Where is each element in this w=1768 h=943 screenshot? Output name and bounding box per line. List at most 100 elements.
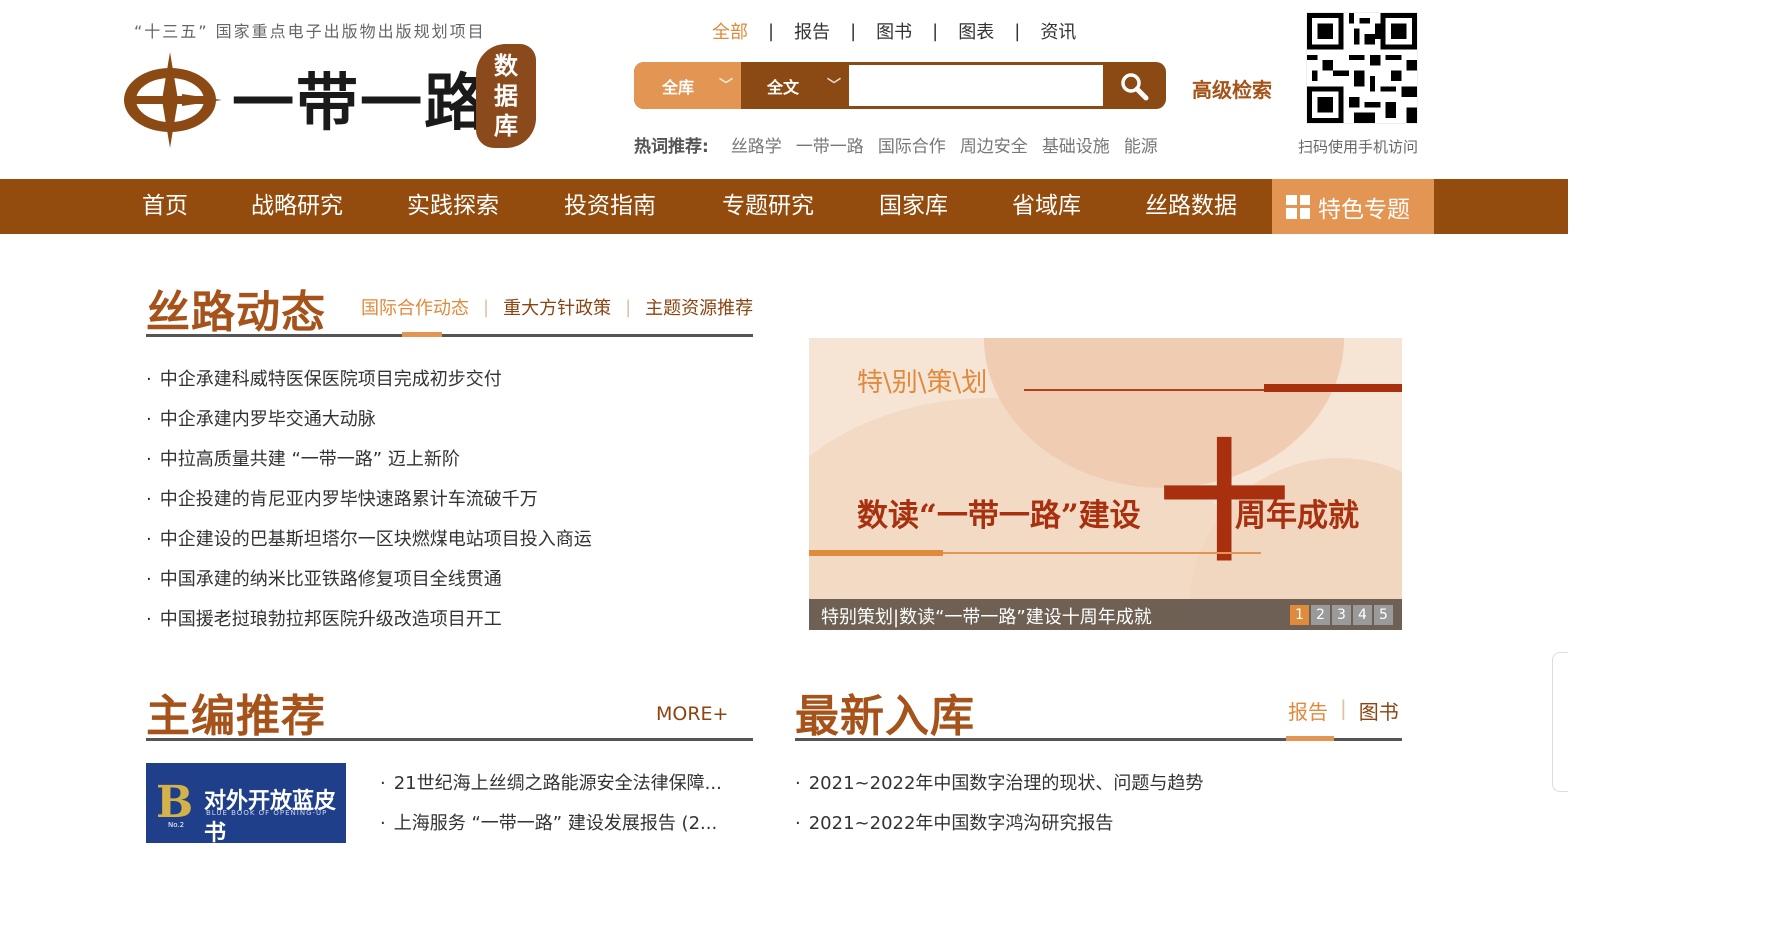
type-filter-all[interactable]: 全部 bbox=[712, 18, 748, 44]
banner-headline-end: 周年成就 bbox=[1235, 498, 1359, 534]
list-item[interactable]: 21世纪海上丝绸之路能源安全法律保障... bbox=[380, 770, 722, 810]
book-cover[interactable]: B 对外开放蓝皮书 BLUE BOOK OF OPENING-UP No.2 bbox=[146, 763, 346, 846]
grid-icon bbox=[1286, 194, 1310, 219]
nav-practice[interactable]: 实践探索 bbox=[407, 179, 499, 234]
silk-news-tabs: 国际合作动态 | 重大方针政策 | 主题资源推荐 bbox=[361, 294, 753, 320]
separator: | bbox=[850, 20, 857, 42]
silk-news-title: 丝路动态 bbox=[146, 287, 326, 338]
list-item[interactable]: 中国承建的纳米比亚铁路修复项目全线贯通 bbox=[146, 566, 592, 606]
side-float-tab[interactable] bbox=[1552, 652, 1568, 792]
nav-special-topics[interactable]: 特色专题 bbox=[1272, 179, 1434, 234]
list-item[interactable]: 中企建设的巴基斯坦塔尔一区块燃煤电站项目投入商运 bbox=[146, 526, 592, 566]
hot-keyword[interactable]: 基础设施 bbox=[1042, 132, 1110, 157]
globe-icon bbox=[124, 52, 222, 148]
editor-pick-title: 主编推荐 bbox=[146, 691, 326, 742]
hot-keywords: 热词推荐: 丝路学 一带一路 国际合作 周边安全 基础设施 能源 bbox=[634, 132, 1172, 157]
nav-silkroad-data[interactable]: 丝路数据 bbox=[1145, 179, 1237, 234]
active-tab-indicator bbox=[402, 332, 442, 337]
book-cover-subtitle: BLUE BOOK OF OPENING-UP bbox=[206, 809, 328, 817]
chevron-down-icon: ﹀ bbox=[719, 78, 733, 94]
latest-tabs: 报告 | 图书 bbox=[1288, 696, 1399, 725]
nav-home[interactable]: 首页 bbox=[142, 179, 188, 234]
feature-banner[interactable]: 特\别\策\划 十 数读“一带一路”建设 周年成就 特别策划|数读“一带一路”建… bbox=[809, 338, 1402, 630]
list-item[interactable]: 中拉高质量共建 “一带一路” 迈上新阶 bbox=[146, 446, 592, 486]
hot-keywords-label: 热词推荐: bbox=[634, 137, 709, 157]
tab-intl-cooperation[interactable]: 国际合作动态 bbox=[361, 294, 469, 320]
field-select[interactable]: 全文 ﹀ bbox=[741, 62, 849, 109]
banner-headline: 数读“一带一路”建设 bbox=[857, 498, 1141, 534]
advanced-search-link[interactable]: 高级检索 bbox=[1192, 74, 1272, 103]
list-item[interactable]: 中企投建的肯尼亚内罗毕快速路累计车流破千万 bbox=[146, 486, 592, 526]
latest-list: 2021~2022年中国数字治理的现状、问题与趋势 2021~2022年中国数字… bbox=[795, 770, 1204, 850]
pager-dot[interactable]: 1 bbox=[1290, 605, 1309, 625]
type-filter-report[interactable]: 报告 bbox=[794, 18, 830, 44]
editor-pick-list: 21世纪海上丝绸之路能源安全法律保障... 上海服务 “一带一路” 建设发展报告… bbox=[380, 770, 722, 850]
silk-news-list: 中企承建科威特医保医院项目完成初步交付 中企承建内罗毕交通大动脉 中拉高质量共建… bbox=[146, 366, 592, 646]
nav-provinces[interactable]: 省域库 bbox=[1012, 179, 1081, 234]
hot-keyword[interactable]: 能源 bbox=[1124, 132, 1158, 157]
seal-char: 据 bbox=[494, 81, 518, 110]
separator: | bbox=[1014, 20, 1021, 42]
hot-keyword[interactable]: 国际合作 bbox=[878, 132, 946, 157]
banner-rule bbox=[1264, 384, 1402, 392]
list-item[interactable]: 2021~2022年中国数字治理的现状、问题与趋势 bbox=[795, 770, 1204, 810]
pager-dot[interactable]: 4 bbox=[1353, 605, 1372, 625]
list-item[interactable]: 2021~2022年中国数字鸿沟研究报告 bbox=[795, 810, 1203, 850]
search-bar: 全库 ﹀ 全文 ﹀ bbox=[634, 62, 1166, 109]
site-header: “十三五” 国家重点电子出版物出版规划项目 一带一路 数 据 库 全部 | 报告… bbox=[0, 0, 1568, 180]
nav-strategy[interactable]: 战略研究 bbox=[251, 179, 343, 234]
search-input[interactable] bbox=[849, 65, 1103, 106]
search-icon bbox=[1121, 72, 1149, 100]
hot-keyword[interactable]: 丝路学 bbox=[731, 132, 782, 157]
type-filter-nav: 全部 | 报告 | 图书 | 图表 | 资讯 bbox=[712, 18, 1076, 44]
tab-reports[interactable]: 报告 bbox=[1288, 696, 1328, 725]
qr-caption: 扫码使用手机访问 bbox=[1298, 138, 1419, 156]
scope-select[interactable]: 全库 ﹀ bbox=[634, 62, 741, 109]
separator: | bbox=[1340, 696, 1347, 720]
banner-pager: 1 2 3 4 5 bbox=[1290, 605, 1393, 625]
pager-dot[interactable]: 2 bbox=[1311, 605, 1330, 625]
banner-caption-bar: 特别策划|数读“一带一路”建设十周年成就 1 2 3 4 5 bbox=[809, 599, 1402, 630]
more-link[interactable]: MORE+ bbox=[656, 703, 728, 725]
nav-investment[interactable]: 投资指南 bbox=[564, 179, 656, 234]
tagline: “十三五” 国家重点电子出版物出版规划项目 bbox=[134, 22, 486, 41]
separator: | bbox=[768, 20, 775, 42]
banner-rule bbox=[809, 550, 943, 556]
section-divider bbox=[146, 334, 753, 337]
list-item[interactable]: 中企承建内罗毕交通大动脉 bbox=[146, 406, 592, 446]
pager-dot[interactable]: 3 bbox=[1332, 605, 1351, 625]
banner-kicker: 特\别\策\划 bbox=[857, 368, 988, 398]
separator: | bbox=[625, 296, 632, 318]
qr-code bbox=[1306, 12, 1418, 124]
nav-special-label: 特色专题 bbox=[1318, 196, 1410, 223]
type-filter-news[interactable]: 资讯 bbox=[1040, 18, 1076, 44]
scope-select-value: 全库 bbox=[662, 77, 695, 97]
active-tab-indicator bbox=[1286, 736, 1334, 741]
list-item[interactable]: 上海服务 “一带一路” 建设发展报告 (2... bbox=[380, 810, 722, 850]
section-divider bbox=[146, 738, 753, 741]
nav-countries[interactable]: 国家库 bbox=[879, 179, 948, 234]
search-button[interactable] bbox=[1103, 62, 1165, 109]
tab-major-policy[interactable]: 重大方针政策 bbox=[503, 294, 611, 320]
site-logo[interactable]: 一带一路 数 据 库 bbox=[122, 44, 542, 154]
separator: | bbox=[483, 296, 490, 318]
logo-wordmark: 一带一路 bbox=[232, 66, 489, 139]
qr-code-icon bbox=[1307, 13, 1417, 123]
hot-keyword[interactable]: 周边安全 bbox=[960, 132, 1028, 157]
banner-caption[interactable]: 特别策划|数读“一带一路”建设十周年成就 bbox=[821, 603, 1152, 629]
chevron-down-icon: ﹀ bbox=[827, 78, 841, 94]
type-filter-book[interactable]: 图书 bbox=[876, 18, 912, 44]
hot-keyword[interactable]: 一带一路 bbox=[796, 132, 864, 157]
list-item[interactable]: 中国援老挝琅勃拉邦医院升级改造项目开工 bbox=[146, 606, 592, 646]
seal-char: 库 bbox=[494, 111, 518, 140]
list-item[interactable]: 中企承建科威特医保医院项目完成初步交付 bbox=[146, 366, 592, 406]
tab-resource-recommend[interactable]: 主题资源推荐 bbox=[645, 294, 753, 320]
field-select-value: 全文 bbox=[767, 77, 800, 97]
type-filter-chart[interactable]: 图表 bbox=[958, 18, 994, 44]
pager-dot[interactable]: 5 bbox=[1374, 605, 1393, 625]
separator: | bbox=[932, 20, 939, 42]
tab-books[interactable]: 图书 bbox=[1359, 696, 1399, 725]
latest-title: 最新入库 bbox=[795, 691, 975, 742]
nav-topics[interactable]: 专题研究 bbox=[722, 179, 814, 234]
book-cover-number: No.2 bbox=[168, 821, 185, 829]
